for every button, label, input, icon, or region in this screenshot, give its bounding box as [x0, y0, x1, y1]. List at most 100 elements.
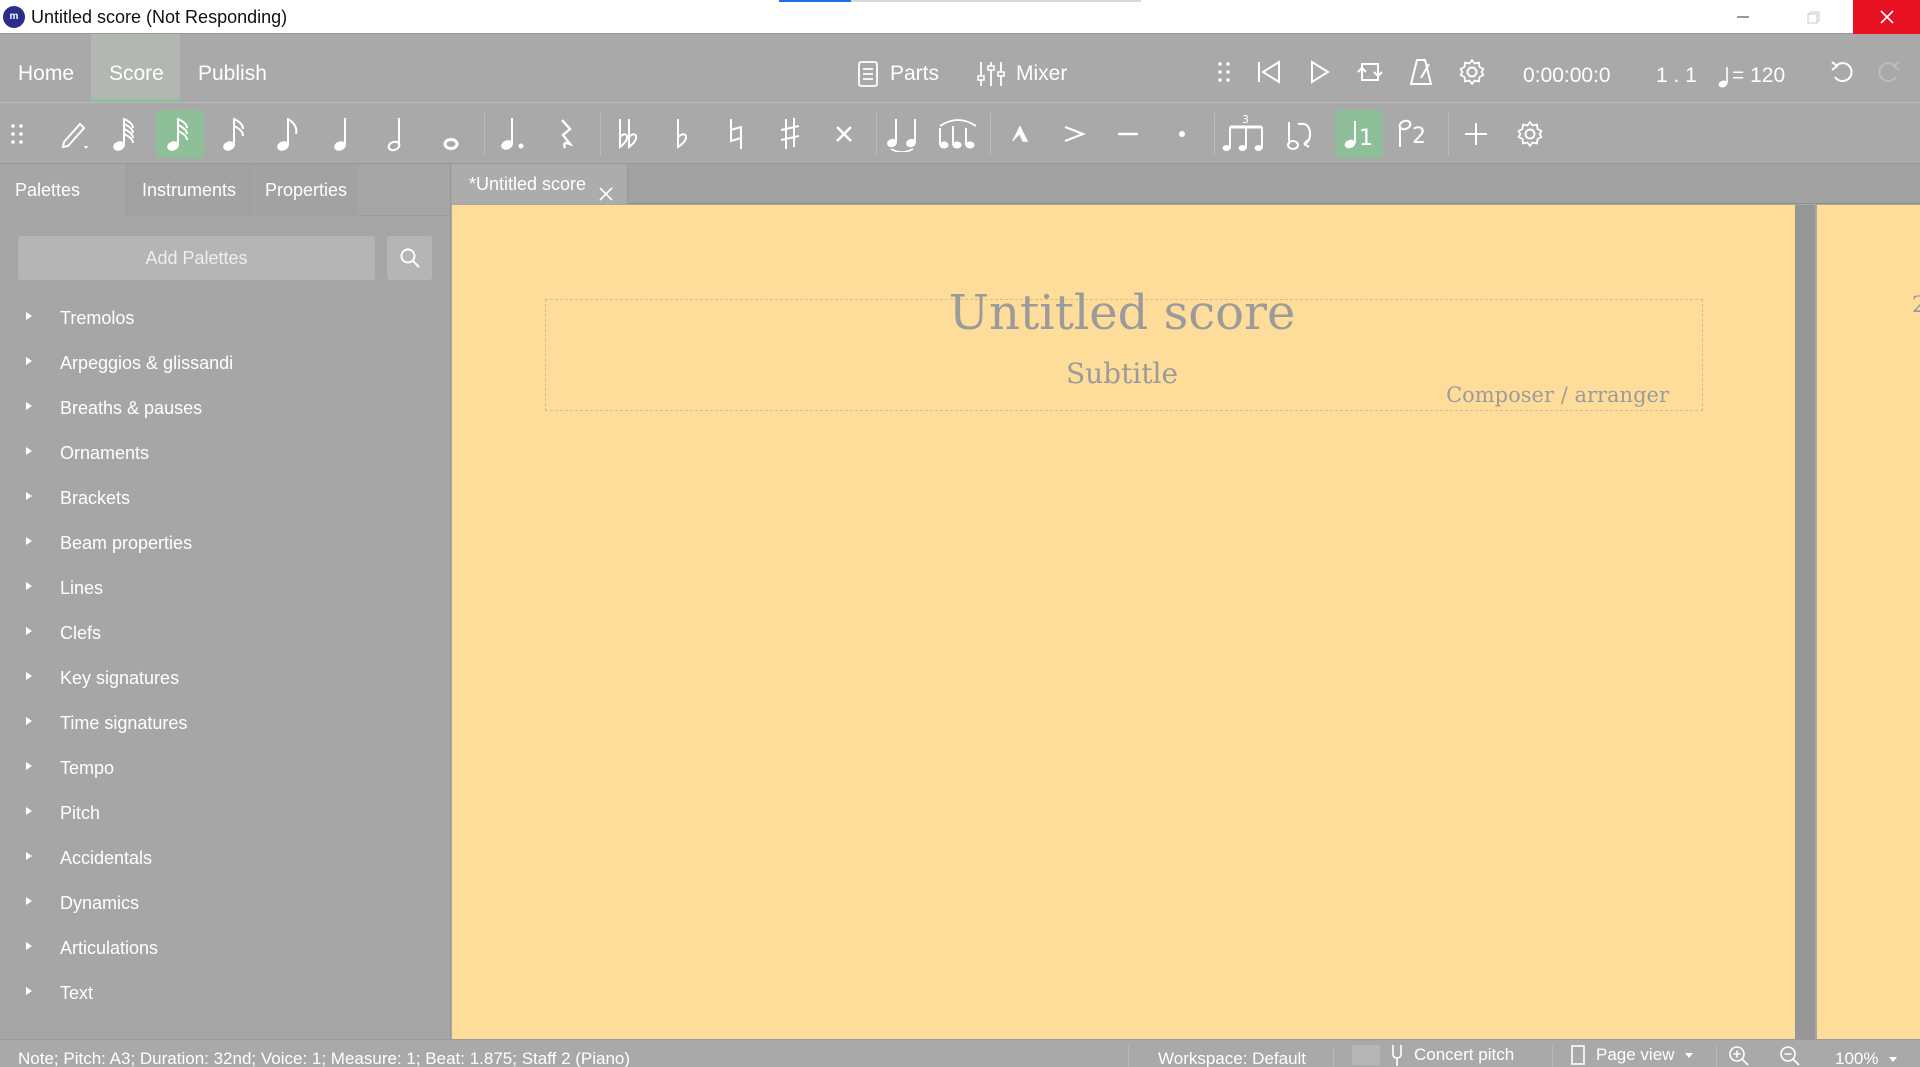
close-window-button[interactable]	[1853, 0, 1920, 34]
palette-item[interactable]: Arpeggios & glissandi	[0, 342, 451, 387]
expand-arrow-icon[interactable]	[26, 492, 32, 500]
score-composer[interactable]: Composer / arranger	[1446, 383, 1669, 407]
palette-label: Pitch	[60, 803, 101, 823]
undo-icon	[1831, 61, 1853, 83]
add-palettes-button[interactable]: Add Palettes	[18, 236, 375, 280]
expand-arrow-icon[interactable]	[26, 672, 32, 680]
toolbar-separator	[600, 113, 601, 155]
half-note-icon[interactable]	[374, 110, 422, 158]
view-mode-dropdown[interactable]: Page view	[1570, 1044, 1694, 1066]
score-page[interactable]: Untitled score Subtitle Composer / arran…	[452, 205, 1795, 1039]
score-tab[interactable]: *Untitled score	[452, 164, 628, 204]
expand-arrow-icon[interactable]	[26, 762, 32, 770]
flat-icon[interactable]	[658, 110, 706, 158]
palette-item[interactable]: Pitch	[0, 792, 451, 837]
undo-button[interactable]	[1829, 58, 1857, 86]
16th-note-icon[interactable]	[212, 110, 260, 158]
palette-item[interactable]: Accidentals	[0, 837, 451, 882]
palette-item[interactable]: Articulations	[0, 927, 451, 972]
tab-palettes[interactable]: Palettes ···	[0, 164, 126, 252]
expand-arrow-icon[interactable]	[26, 807, 32, 815]
playback-settings-button[interactable]	[1458, 58, 1486, 86]
workspace-selector[interactable]: Workspace: Default	[1158, 1049, 1306, 1067]
whole-note-icon[interactable]	[427, 110, 475, 158]
add-icon[interactable]	[1452, 110, 1500, 158]
palette-item[interactable]: Key signatures	[0, 657, 451, 702]
expand-arrow-icon[interactable]	[26, 717, 32, 725]
mixer-icon	[977, 62, 1005, 86]
eighth-note-icon[interactable]	[266, 110, 314, 158]
zoom-out-button[interactable]	[1779, 1045, 1801, 1067]
expand-arrow-icon[interactable]	[26, 897, 32, 905]
tab-instruments[interactable]: Instruments	[126, 164, 249, 216]
voice-2-icon[interactable]: 2	[1390, 110, 1438, 158]
tenuto-icon[interactable]	[1104, 110, 1152, 158]
marcato-icon[interactable]	[996, 110, 1044, 158]
parts-button[interactable]: Parts	[856, 34, 939, 102]
tie-icon[interactable]	[880, 110, 928, 158]
concert-pitch-toggle[interactable]: Concert pitch	[1352, 1044, 1514, 1066]
slur-icon[interactable]	[934, 110, 982, 158]
natural-icon[interactable]	[712, 110, 760, 158]
tab-home[interactable]: Home	[0, 34, 92, 102]
score-title[interactable]: Untitled score	[452, 285, 1792, 341]
32nd-note-icon[interactable]	[156, 110, 204, 158]
rewind-button[interactable]	[1255, 58, 1283, 86]
palette-item[interactable]: Brackets	[0, 477, 451, 522]
palette-label: Brackets	[60, 488, 131, 508]
expand-arrow-icon[interactable]	[26, 987, 32, 995]
palette-item[interactable]: Lines	[0, 567, 451, 612]
tuplet-icon[interactable]: 3	[1220, 110, 1268, 158]
expand-arrow-icon[interactable]	[26, 852, 32, 860]
staccato-icon[interactable]	[1158, 110, 1206, 158]
tab-score[interactable]: Score	[91, 34, 180, 102]
double-flat-icon[interactable]	[604, 110, 652, 158]
redo-button[interactable]	[1874, 58, 1902, 86]
mixer-button[interactable]: Mixer	[976, 34, 1067, 102]
expand-arrow-icon[interactable]	[26, 627, 32, 635]
palette-item[interactable]: Text	[0, 972, 451, 1017]
flip-direction-icon[interactable]	[1276, 110, 1324, 158]
augmentation-dot-icon[interactable]	[488, 110, 536, 158]
palette-item[interactable]: Ornaments	[0, 432, 451, 477]
expand-arrow-icon[interactable]	[26, 582, 32, 590]
note-input-pen-icon[interactable]	[50, 110, 98, 158]
expand-arrow-icon[interactable]	[26, 312, 32, 320]
expand-arrow-icon[interactable]	[26, 942, 32, 950]
loop-button[interactable]	[1356, 58, 1384, 86]
sharp-icon[interactable]	[766, 110, 814, 158]
expand-arrow-icon[interactable]	[26, 357, 32, 365]
expand-arrow-icon[interactable]	[26, 402, 32, 410]
metronome-button[interactable]	[1407, 58, 1435, 86]
zoom-dropdown[interactable]: 100%	[1835, 1049, 1898, 1067]
concert-pitch-checkbox[interactable]	[1352, 1045, 1380, 1065]
tab-publish[interactable]: Publish	[180, 34, 285, 102]
score-canvas[interactable]: Untitled score Subtitle Composer / arran…	[452, 205, 1920, 1039]
64th-note-icon[interactable]	[102, 110, 150, 158]
double-sharp-icon[interactable]	[820, 110, 868, 158]
playback-drag-handle-icon[interactable]	[1210, 58, 1238, 86]
accent-icon[interactable]	[1050, 110, 1098, 158]
zoom-in-button[interactable]	[1728, 1045, 1750, 1067]
rest-icon[interactable]	[542, 110, 590, 158]
palette-item[interactable]: Time signatures	[0, 702, 451, 747]
status-bar: Note; Pitch: A3; Duration: 32nd; Voice: …	[0, 1039, 1920, 1067]
quarter-note-icon[interactable]	[320, 110, 368, 158]
palette-item[interactable]: Tempo	[0, 747, 451, 792]
palette-item[interactable]: Dynamics	[0, 882, 451, 927]
expand-arrow-icon[interactable]	[26, 447, 32, 455]
palette-item[interactable]: Beam properties	[0, 522, 451, 567]
drag-handle-icon[interactable]	[0, 110, 37, 158]
palette-search-button[interactable]	[387, 236, 432, 280]
minimize-button[interactable]	[1714, 0, 1772, 34]
voice-1-icon[interactable]: 1	[1335, 110, 1383, 158]
play-button[interactable]	[1305, 58, 1333, 86]
tab-properties[interactable]: Properties	[249, 164, 358, 216]
maximize-button[interactable]	[1784, 0, 1842, 34]
score-page-2[interactable]: 2	[1817, 205, 1920, 1039]
palette-item[interactable]: Clefs	[0, 612, 451, 657]
customize-icon[interactable]	[1506, 110, 1554, 158]
expand-arrow-icon[interactable]	[26, 537, 32, 545]
palette-item[interactable]: Tremolos	[0, 297, 451, 342]
palette-item[interactable]: Breaths & pauses	[0, 387, 451, 432]
